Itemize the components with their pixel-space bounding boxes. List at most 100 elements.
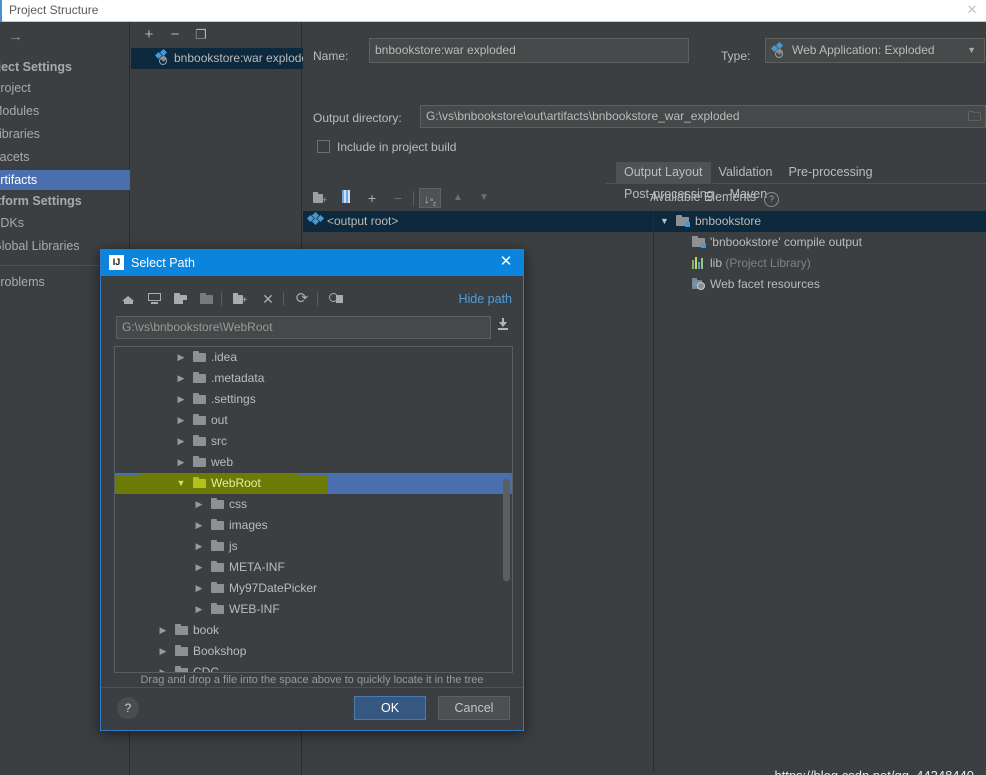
add-copy-button[interactable]: + <box>361 188 383 208</box>
chevron-right-icon[interactable]: ▶ <box>157 641 169 662</box>
project-directory-button[interactable] <box>169 289 191 309</box>
add-directory-button[interactable]: + <box>309 188 331 208</box>
show-hidden-files-button[interactable] <box>325 289 347 309</box>
tree-row[interactable]: ▶ out <box>115 410 512 431</box>
hide-path-link[interactable]: Hide path <box>458 292 512 306</box>
tree-row[interactable]: ▶ .idea <box>115 347 512 368</box>
delete-button[interactable]: ✕ <box>257 289 279 309</box>
output-root-label: <output root> <box>327 214 399 228</box>
tab-pre-processing[interactable]: Pre-processing <box>781 162 881 184</box>
add-artifact-button[interactable]: + <box>139 25 159 45</box>
tabs-underline <box>606 183 986 184</box>
sidebar-item-sdks[interactable]: SDKs <box>0 213 130 233</box>
artifact-list-item[interactable]: bnbookstore:war exploded <box>131 48 306 69</box>
chevron-right-icon[interactable]: ▶ <box>157 620 169 641</box>
browse-output-directory-button[interactable]: 🗀 <box>968 108 981 130</box>
tree-row[interactable]: ▶ web <box>115 452 512 473</box>
sidebar-item-modules[interactable]: Modules <box>0 101 130 121</box>
sidebar-item-facets[interactable]: Facets <box>0 147 130 167</box>
chevron-right-icon[interactable]: ▶ <box>175 410 187 431</box>
desktop-directory-button[interactable] <box>143 289 165 309</box>
new-folder-button[interactable]: + <box>229 289 251 309</box>
tree-row[interactable]: ▶ META-INF <box>115 557 512 578</box>
pane-splitter[interactable] <box>653 211 654 771</box>
tree-row[interactable]: ▶ My97DatePicker <box>115 578 512 599</box>
sidebar-item-project[interactable]: Project <box>0 78 130 98</box>
sidebar-item-libraries[interactable]: Libraries <box>0 124 130 144</box>
tree-row[interactable]: ▶ Bookshop <box>115 641 512 662</box>
tab-output-layout[interactable]: Output Layout <box>616 162 711 184</box>
close-icon[interactable]: ✕ <box>964 2 980 18</box>
folder-icon <box>193 351 206 362</box>
tree-row[interactable]: ▶ src <box>115 431 512 452</box>
chevron-right-icon[interactable]: ▶ <box>175 452 187 473</box>
help-icon[interactable]: ? <box>764 192 779 207</box>
tree-row[interactable]: ▶ .settings <box>115 389 512 410</box>
select-path-dialog: IJ Select Path ✕ + ✕ ⟳ Hide path G:\vs\b… <box>100 249 524 731</box>
file-tree[interactable]: ▶ .idea ▶ .metadata ▶ .settings ▶ out ▶ … <box>114 346 513 673</box>
chevron-down-icon[interactable]: ▼ <box>175 473 187 494</box>
chevron-right-icon[interactable]: ▶ <box>193 557 205 578</box>
remove-artifact-button[interactable]: − <box>165 25 185 45</box>
cancel-button[interactable]: Cancel <box>438 696 510 720</box>
chevron-right-icon[interactable]: ▶ <box>193 494 205 515</box>
output-directory-input[interactable]: G:\vs\bnbookstore\out\artifacts\bnbookst… <box>420 105 986 128</box>
help-button[interactable]: ? <box>117 697 139 719</box>
tree-scrollbar[interactable] <box>503 479 510 581</box>
folder-icon <box>211 603 224 614</box>
chevron-down-icon: ▼ <box>967 45 976 55</box>
copy-artifact-button[interactable]: ❐ <box>191 25 211 45</box>
chevron-right-icon[interactable]: ▶ <box>175 389 187 410</box>
folder-icon <box>175 666 188 672</box>
refresh-button[interactable]: ⟳ <box>291 289 313 309</box>
path-input[interactable]: G:\vs\bnbookstore\WebRoot <box>116 316 491 339</box>
close-icon[interactable]: ✕ <box>497 253 515 271</box>
tree-row[interactable]: ▶ CDC <box>115 662 512 673</box>
tree-row[interactable]: ▶ WEB-INF <box>115 599 512 620</box>
chevron-right-icon[interactable]: ▶ <box>175 347 187 368</box>
move-down-button[interactable]: ▼ <box>473 188 495 208</box>
window-title: Project Structure <box>9 3 99 17</box>
chevron-right-icon[interactable]: ▶ <box>175 368 187 389</box>
available-element-label: Web facet resources <box>710 277 820 291</box>
dialog-titlebar[interactable]: IJ Select Path ✕ <box>101 250 523 276</box>
tree-row[interactable]: ▶ css <box>115 494 512 515</box>
tree-row[interactable]: ▶ book <box>115 620 512 641</box>
tree-row[interactable]: ▶ js <box>115 536 512 557</box>
add-archive-button[interactable] <box>335 188 357 208</box>
tree-row-label: .settings <box>211 392 256 406</box>
chevron-down-icon[interactable]: ▼ <box>660 211 669 232</box>
chevron-right-icon[interactable]: ▶ <box>193 536 205 557</box>
artifact-name-input[interactable]: bnbookstore:war exploded <box>369 38 689 63</box>
available-element-label: bnbookstore <box>695 214 762 228</box>
artifact-type-select[interactable]: Web Application: Exploded ▼ <box>765 38 985 63</box>
path-history-icon[interactable] <box>497 318 509 333</box>
chevron-right-icon[interactable]: ▶ <box>193 599 205 620</box>
chevron-right-icon[interactable]: ▶ <box>175 431 187 452</box>
available-element-row[interactable]: ▼ bnbookstore <box>654 211 986 232</box>
sidebar-item-artifacts[interactable]: Artifacts <box>0 170 130 190</box>
tree-row-label: out <box>211 413 228 427</box>
move-up-button[interactable]: ▲ <box>447 188 469 208</box>
sidebar-back-arrow-icon[interactable]: → <box>8 28 32 46</box>
available-element-suffix: (Project Library) <box>722 256 811 270</box>
sort-alphabetically-button[interactable]: ↓ᵃz <box>419 188 441 208</box>
include-in-project-build-checkbox[interactable] <box>317 140 330 153</box>
chevron-right-icon[interactable]: ▶ <box>193 578 205 599</box>
chevron-right-icon[interactable]: ▶ <box>193 515 205 536</box>
tree-row-label: CDC <box>193 665 219 673</box>
tree-row-webroot[interactable]: ▼ WebRoot <box>115 473 512 494</box>
module-directory-button[interactable] <box>195 289 217 309</box>
ok-button[interactable]: OK <box>354 696 426 720</box>
tab-validation[interactable]: Validation <box>711 162 781 184</box>
available-element-row[interactable]: 'bnbookstore' compile output <box>654 232 986 253</box>
output-root-row[interactable]: <output root> <box>303 211 653 232</box>
tree-row[interactable]: ▶ images <box>115 515 512 536</box>
tree-row[interactable]: ▶ .metadata <box>115 368 512 389</box>
chevron-right-icon[interactable]: ▶ <box>157 662 169 672</box>
available-element-row[interactable]: lib (Project Library) <box>654 253 986 274</box>
toolbar-separator <box>221 292 222 306</box>
home-directory-button[interactable] <box>117 289 139 309</box>
remove-element-button[interactable]: − <box>387 188 409 208</box>
available-element-row[interactable]: Web facet resources <box>654 274 986 295</box>
